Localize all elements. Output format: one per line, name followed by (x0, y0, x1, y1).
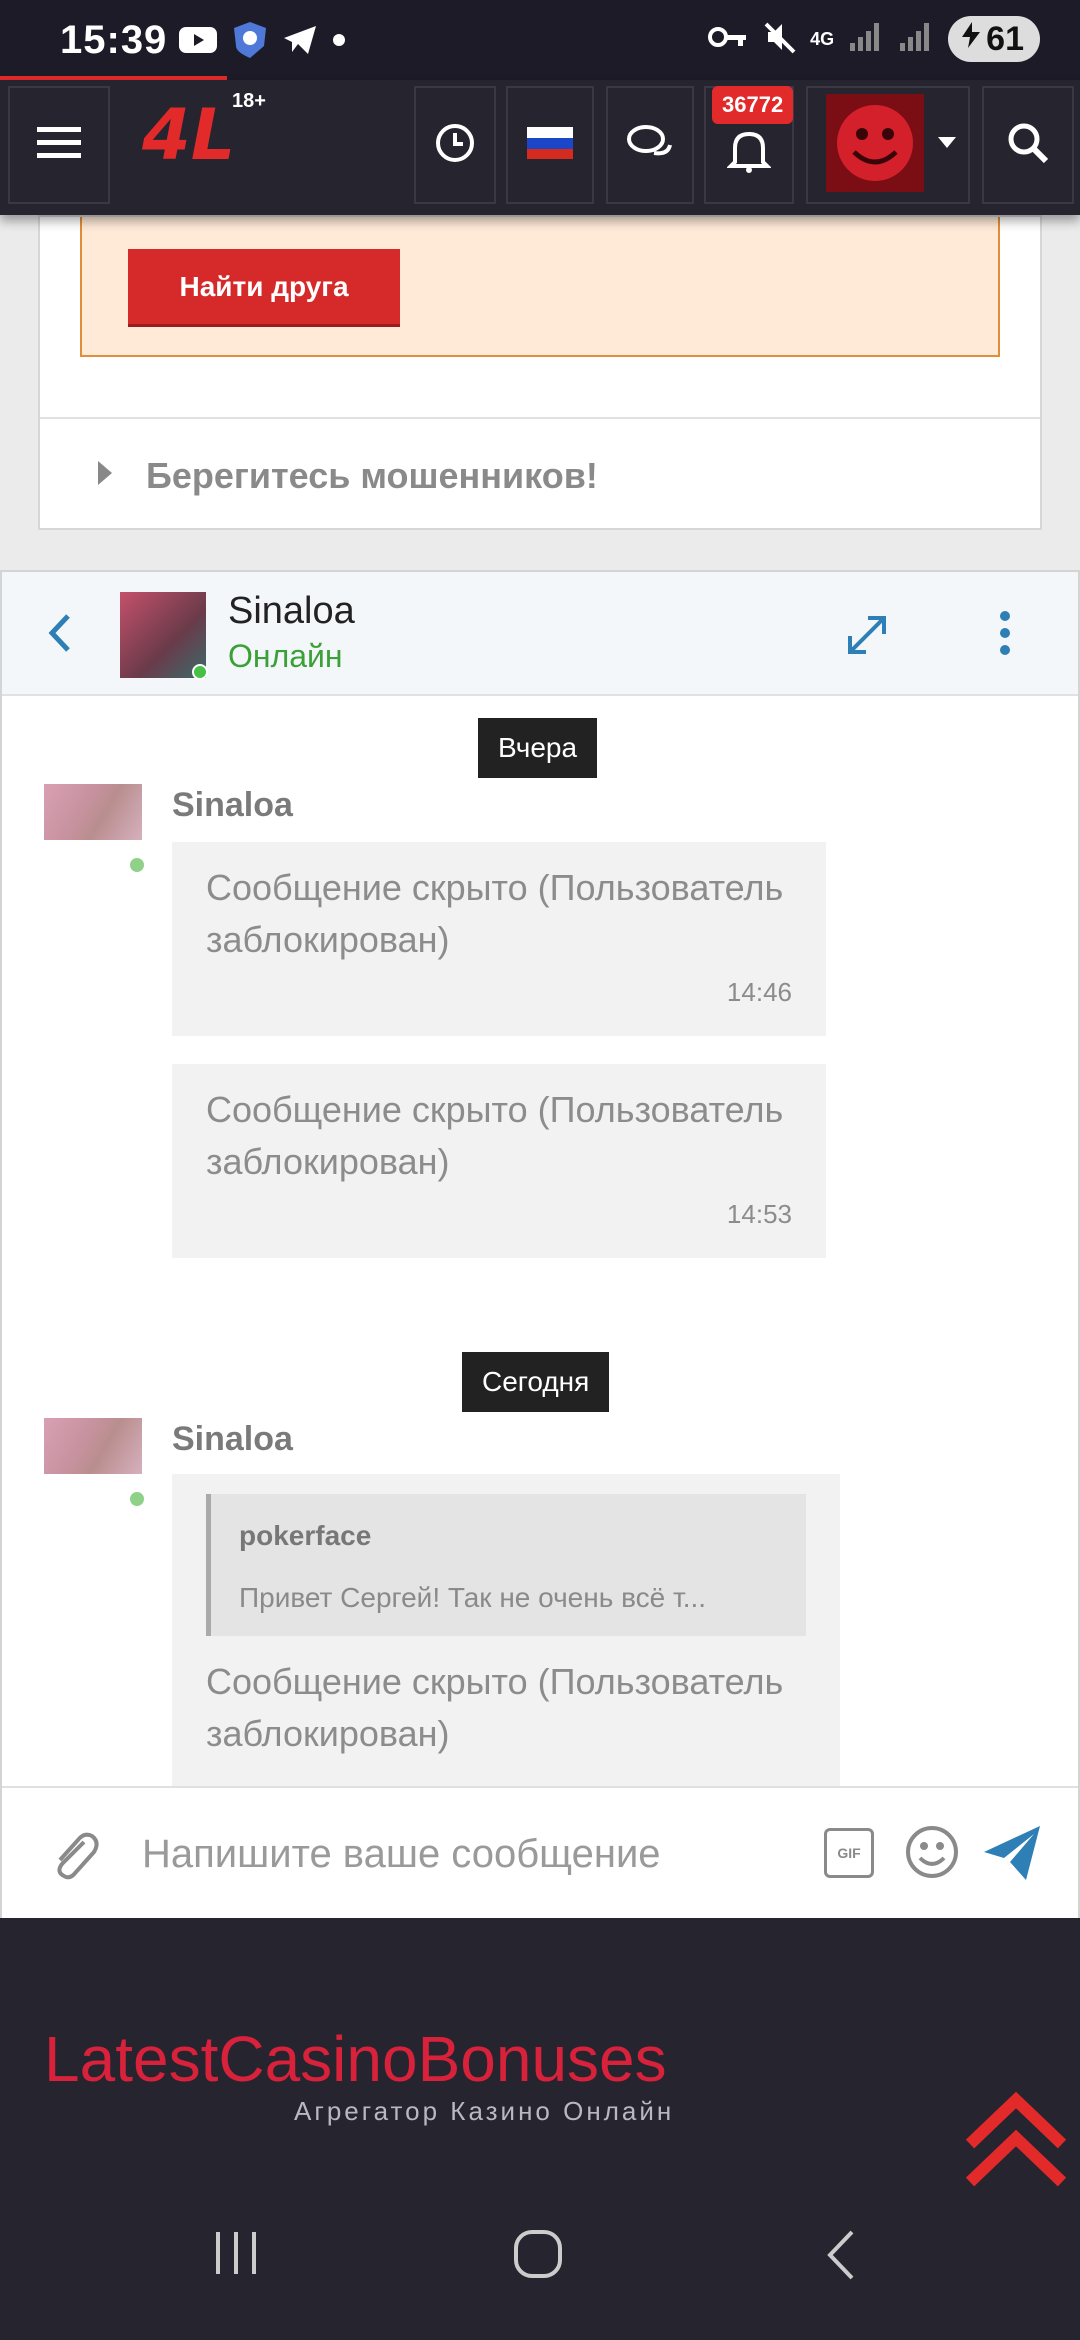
expand-icon[interactable] (844, 612, 890, 663)
message-composer: GIF (2, 1786, 1078, 1918)
shield-icon (232, 20, 268, 65)
back-icon[interactable] (824, 2228, 858, 2287)
menu-icon (37, 125, 81, 166)
message-bubble[interactable]: pokerface Привет Сергей! Так не очень вс… (172, 1474, 840, 1786)
user-avatar (826, 93, 924, 197)
site-header: 4L 18+ (0, 80, 1080, 215)
online-indicator (130, 858, 144, 872)
notification-badge: 36772 (712, 86, 794, 124)
site-footer: LatestCasinoBonuses Агрегатор Казино Онл… (0, 1918, 1080, 2180)
message-bubble[interactable]: Сообщение скрыто (Пользователь заблокиро… (172, 1064, 826, 1258)
message-author[interactable]: Sinaloa (172, 1420, 293, 1459)
emoji-icon[interactable] (904, 1824, 960, 1885)
back-arrow-icon[interactable] (46, 612, 72, 659)
status-icons-left (178, 20, 346, 65)
message-avatar[interactable] (44, 1418, 142, 1474)
status-time: 15:39 (60, 18, 168, 62)
youtube-icon (178, 25, 218, 60)
chat-button[interactable] (606, 86, 694, 204)
message-time: 14:53 (726, 1199, 792, 1229)
message-text: Сообщение скрыто (Пользователь заблокиро… (206, 867, 784, 960)
footer-brand[interactable]: LatestCasinoBonuses (44, 2022, 667, 2096)
search-button[interactable] (982, 86, 1074, 204)
scroll-to-top-icon[interactable] (964, 2086, 1068, 2195)
battery-level: 61 (986, 19, 1024, 58)
battery-indicator: 61 (948, 16, 1040, 62)
contact-avatar[interactable] (120, 592, 206, 678)
signal-icon-2 (898, 21, 934, 58)
dot-icon (332, 33, 346, 52)
menu-button[interactable] (8, 86, 110, 204)
mute-icon (762, 20, 796, 59)
status-bar: 15:39 4G 61 (0, 0, 1080, 83)
find-friend-button[interactable]: Найти друга (128, 249, 400, 327)
chevron-down-icon (938, 136, 956, 154)
paperclip-icon[interactable] (46, 1828, 102, 1889)
battery-icon (960, 20, 982, 59)
system-nav-bar (0, 2180, 1080, 2340)
network-label: 4G (810, 28, 835, 49)
online-indicator (130, 1492, 144, 1506)
chat-icon (626, 123, 674, 168)
message-time: 14:46 (726, 977, 792, 1007)
date-separator: Сегодня (462, 1352, 610, 1412)
telegram-icon (282, 24, 318, 61)
gif-button[interactable]: GIF (824, 1828, 874, 1878)
caret-right-icon (98, 461, 112, 485)
key-icon (708, 22, 748, 57)
quoted-message[interactable]: pokerface Привет Сергей! Так не очень вс… (206, 1494, 806, 1636)
signal-icon (848, 21, 884, 58)
message-bubble[interactable]: Сообщение скрыто (Пользователь заблокиро… (172, 842, 826, 1036)
language-button[interactable] (506, 86, 594, 204)
chat-header: Sinaloa Онлайн (2, 572, 1078, 696)
footer-tagline: Агрегатор Казино Онлайн (294, 2096, 675, 2126)
language-flag-ru (527, 126, 573, 164)
message-list[interactable]: Вчера Sinaloa Сообщение скрыто (Пользова… (2, 698, 1078, 1786)
search-icon (1007, 122, 1049, 169)
home-icon[interactable] (512, 2228, 566, 2287)
online-indicator (192, 664, 208, 680)
beware-scammers-label: Берегитесь мошенников! (146, 455, 598, 496)
date-separator: Вчера (478, 718, 598, 778)
message-input[interactable] (142, 1812, 782, 1896)
quote-text: Привет Сергей! Так не очень всё т... (239, 1582, 707, 1613)
site-logo[interactable]: 4L (142, 94, 235, 176)
account-menu-button[interactable] (806, 86, 970, 204)
status-icons-right: 4G 61 (708, 16, 1040, 62)
beware-scammers-toggle[interactable]: Берегитесь мошенников! (40, 417, 1040, 530)
message-text: Сообщение скрыто (Пользователь заблокиро… (206, 1089, 784, 1182)
message-avatar[interactable] (44, 784, 142, 840)
contact-status: Онлайн (228, 638, 343, 674)
find-friend-box: Найти друга (80, 217, 1000, 357)
history-icon (434, 122, 476, 169)
contact-name[interactable]: Sinaloa (228, 590, 355, 633)
recent-apps-icon[interactable] (214, 2228, 260, 2283)
chat-window: Sinaloa Онлайн Вчера Sinaloa Сообщение с… (0, 570, 1080, 1918)
message-text: Сообщение скрыто (Пользователь заблокиро… (206, 1661, 784, 1754)
quote-author: pokerface (239, 1520, 372, 1551)
message-author[interactable]: Sinaloa (172, 786, 293, 825)
content-panel: Найти друга Берегитесь мошенников! (38, 215, 1042, 530)
send-icon[interactable] (982, 1824, 1042, 1887)
more-options-icon[interactable] (996, 608, 1014, 663)
history-button[interactable] (414, 86, 496, 204)
age-label: 18+ (232, 90, 266, 112)
